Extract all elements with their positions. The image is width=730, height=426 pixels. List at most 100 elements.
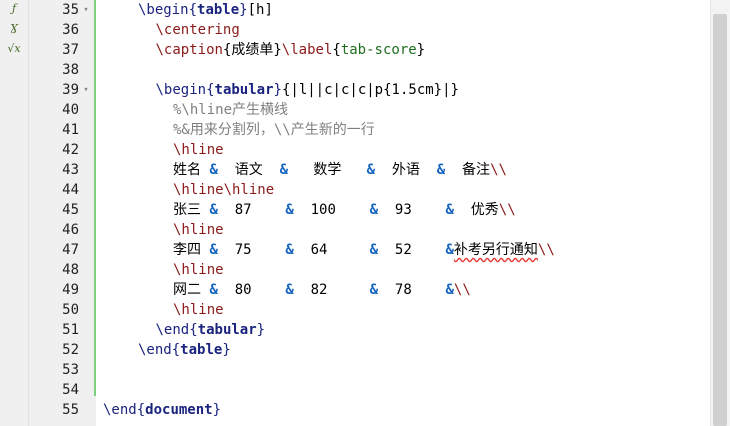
code-line[interactable]: \hline	[173, 140, 224, 160]
code-token: 52	[378, 242, 446, 258]
scrollbar-thumb[interactable]	[713, 14, 727, 426]
line-number: 55	[62, 402, 79, 418]
code-token: 93	[378, 202, 446, 218]
code-token: tabular	[197, 322, 257, 338]
code-line[interactable]: \begin{table}[h]	[138, 0, 273, 20]
code-token: \\	[490, 162, 507, 178]
code-token: }	[239, 2, 248, 18]
code-line[interactable]: \centering	[156, 20, 240, 40]
code-token: 备注	[445, 162, 491, 178]
code-line[interactable]: %&用来分割列，\\产生新的一行	[173, 120, 375, 140]
fold-toggle-icon[interactable]: ▾	[82, 86, 90, 95]
code-line[interactable]: \hline	[173, 260, 224, 280]
line-number: 46	[62, 222, 79, 238]
code-line[interactable]: 网二 & 80 & 82 & 78 &\\	[173, 280, 471, 300]
line-number: 44	[62, 182, 79, 198]
fold-region-marker	[94, 0, 96, 396]
code-token: }	[273, 82, 282, 98]
code-token: &	[209, 202, 218, 218]
line-number: 38	[62, 62, 79, 78]
code-token: 外语	[375, 162, 437, 178]
code-line[interactable]: \end{tabular}	[156, 320, 266, 340]
code-token: \hline	[173, 142, 224, 158]
code-token: }	[212, 402, 222, 418]
code-token: \end{	[155, 322, 198, 338]
line-number: 35	[62, 2, 79, 18]
code-line[interactable]: \begin{tabular}{|l||c|c|c|p{1.5cm}|}	[156, 80, 459, 100]
code-token: 100	[293, 202, 370, 218]
code-token: \hline	[173, 302, 224, 318]
line-number: 54	[62, 382, 79, 398]
code-token: &	[285, 242, 294, 258]
fold-toggle-icon[interactable]: ▾	[82, 6, 90, 15]
code-line[interactable]: \end{table}	[138, 340, 231, 360]
code-token: [h]	[247, 2, 273, 18]
line-number: 51	[62, 322, 79, 338]
code-token: \label	[281, 42, 333, 58]
line-number: 47	[62, 242, 79, 258]
code-token: {	[332, 42, 341, 58]
line-number: 52	[62, 342, 79, 358]
code-token: 姓名	[173, 162, 210, 178]
lambda-icon[interactable]: ƒ	[6, 2, 22, 16]
code-line[interactable]: \end{document}	[103, 400, 221, 420]
code-line[interactable]: \hline\hline	[173, 180, 274, 200]
line-number: 42	[62, 142, 79, 158]
code-token: &	[369, 242, 379, 258]
code-token: %&用来分割列，\\产生新的一行	[173, 122, 375, 138]
code-editor[interactable]: ƒ Ɣ √x 35 ▾ \begin{table}[h] 36 \centering 37 \c…	[0, 0, 730, 426]
code-token: 李四	[173, 242, 210, 258]
code-token: 64	[293, 242, 370, 258]
code-token: &	[445, 202, 454, 218]
code-token: 75	[217, 242, 286, 258]
code-token: {成绩单}	[222, 42, 282, 58]
code-token: 网二	[173, 282, 210, 298]
code-token: table	[180, 342, 223, 358]
code-line[interactable]: %\hline产生横线	[173, 100, 288, 120]
code-token: 78	[378, 282, 446, 298]
code-token: &	[445, 242, 454, 258]
code-token: table	[197, 2, 240, 18]
line-number: 36	[62, 22, 79, 38]
code-token: \centering	[155, 22, 240, 38]
code-token: 87	[217, 202, 286, 218]
code-token: \begin{	[155, 82, 215, 98]
code-token: &	[209, 242, 218, 258]
code-token: &	[279, 162, 289, 178]
code-line[interactable]: 姓名 & 语文 & 数学 & 外语 & 备注\\	[173, 160, 507, 180]
line-number: 53	[62, 362, 79, 378]
greek-icon[interactable]: Ɣ	[6, 22, 22, 36]
code-line[interactable]: 张三 & 87 & 100 & 93 & 优秀\\	[173, 200, 516, 220]
code-token: 张三	[173, 202, 210, 218]
code-line[interactable]: \caption{成绩单}\label{tab-score}	[156, 40, 426, 60]
code-token: 82	[293, 282, 370, 298]
sqrt-icon[interactable]: √x	[6, 42, 22, 56]
code-token: &	[209, 282, 218, 298]
line-number: 43	[62, 162, 79, 178]
code-token: 80	[217, 282, 286, 298]
code-line[interactable]: \hline	[173, 220, 224, 240]
code-token: &	[285, 202, 294, 218]
code-token: }	[416, 42, 426, 58]
code-token: %\hline产生横线	[173, 102, 289, 118]
line-number: 48	[62, 262, 79, 278]
code-token: \\	[537, 242, 555, 258]
code-token: 语文	[217, 162, 280, 178]
code-token: \caption	[155, 42, 223, 58]
code-token: 补考另行通知	[453, 242, 538, 258]
code-token: \\	[498, 202, 516, 218]
code-token: \hline\hline	[173, 182, 275, 198]
line-number: 41	[62, 122, 79, 138]
code-token: 优秀	[453, 202, 499, 218]
code-token: tabular	[214, 82, 274, 98]
code-line[interactable]: 李四 & 75 & 64 & 52 &补考另行通知\\	[173, 240, 555, 260]
line-number: 39	[62, 82, 79, 98]
code-token: &	[369, 202, 379, 218]
code-token: &	[445, 282, 454, 298]
code-line[interactable]: \hline	[173, 300, 224, 320]
line-number: 50	[62, 302, 79, 318]
line-number: 45	[62, 202, 79, 218]
code-token: \end{	[103, 402, 146, 418]
code-token: {|l||c|c|c|p{1.5cm}|}	[281, 82, 459, 98]
code-token: &	[285, 282, 294, 298]
